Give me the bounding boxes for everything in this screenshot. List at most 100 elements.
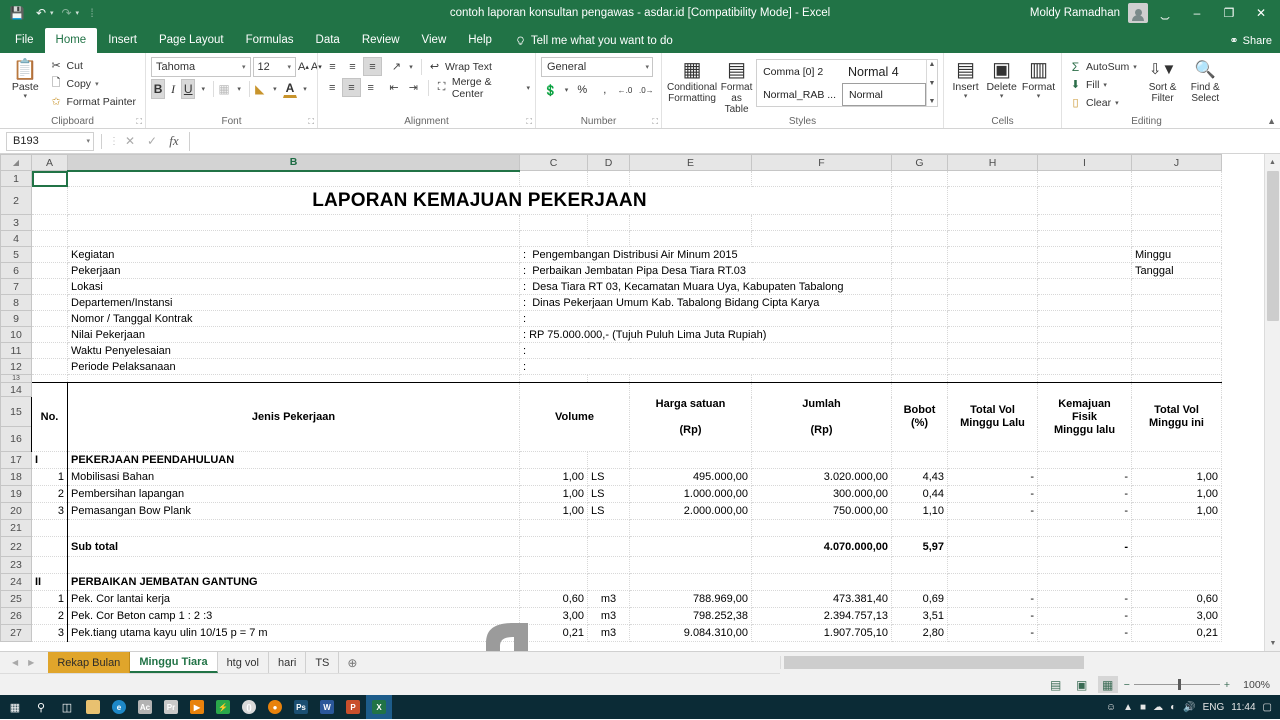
header-total-vol-minggu-ini[interactable]: Total Vol Minggu ini [1132, 383, 1222, 452]
cell-total-vol-ini[interactable] [1132, 537, 1222, 557]
align-middle-button[interactable]: ≡ [343, 57, 362, 76]
cell-j8[interactable] [1132, 295, 1222, 311]
close-icon[interactable]: ✕ [1246, 1, 1276, 25]
cell-volume[interactable]: 0,60 [520, 591, 588, 608]
fill-color-dropdown-icon[interactable]: ▾ [268, 79, 282, 99]
cell-volume[interactable] [520, 537, 588, 557]
acrobat-icon[interactable]: Ac [132, 695, 158, 719]
italic-button[interactable]: I [166, 79, 180, 99]
cell-kemajuan[interactable]: - [1038, 591, 1132, 608]
cell-j3[interactable] [1132, 215, 1222, 231]
column-header-d[interactable]: D [588, 155, 630, 171]
column-header-c[interactable]: C [520, 155, 588, 171]
style-normal-rab[interactable]: Normal_RAB ... [757, 83, 842, 106]
cell-a9[interactable] [32, 311, 68, 327]
cell-harga[interactable]: 1.000.000,00 [630, 486, 752, 503]
style-comma-0-2[interactable]: Comma [0] 2 [757, 60, 842, 83]
cell-c13[interactable] [520, 375, 588, 383]
search-icon[interactable]: ⚲ [28, 695, 54, 719]
insert-cells-button[interactable]: ▤ Insert ▾ [949, 57, 982, 100]
cell-h3[interactable] [948, 215, 1038, 231]
cell-e13[interactable] [630, 375, 752, 383]
next-sheet-icon[interactable]: ▶ [28, 658, 34, 667]
cell-g12[interactable] [892, 359, 948, 375]
row-header-5[interactable]: 5 [1, 247, 32, 263]
cell-j10[interactable] [1132, 327, 1222, 343]
cut-button[interactable]: ✂ Cut [48, 57, 140, 74]
cell-no[interactable]: II [32, 574, 68, 591]
tab-page-layout[interactable]: Page Layout [148, 28, 235, 53]
cell-a10[interactable] [32, 327, 68, 343]
cell-c4[interactable] [520, 231, 588, 247]
cell-i6[interactable] [1038, 263, 1132, 279]
cell-jenis[interactable]: Pemasangan Bow Plank [68, 503, 520, 520]
cell-harga[interactable]: 495.000,00 [630, 469, 752, 486]
cell-no[interactable] [32, 537, 68, 557]
avatar[interactable] [1128, 3, 1148, 23]
increase-font-size-button[interactable]: A▴ [298, 57, 309, 77]
tab-view[interactable]: View [411, 28, 458, 53]
tab-review[interactable]: Review [351, 28, 411, 53]
cell-f13[interactable] [752, 375, 892, 383]
row-header-4[interactable]: 4 [1, 231, 32, 247]
enter-entry-icon[interactable]: ✓ [141, 132, 163, 151]
cell-jumlah[interactable]: 300.000,00 [752, 486, 892, 503]
row-header-27[interactable]: 27 [1, 625, 32, 642]
sheet-nav-arrows[interactable]: ◀ ▶ [0, 658, 48, 667]
cell-e3[interactable] [630, 215, 752, 231]
row-header-13[interactable]: 13 [1, 375, 32, 383]
cell-d4[interactable] [588, 231, 630, 247]
sheet-tab-htg-vol[interactable]: htg vol [218, 652, 269, 673]
format-cells-button[interactable]: ▥ Format ▾ [1021, 57, 1056, 100]
cell-total-vol-ini[interactable]: 0,60 [1132, 591, 1222, 608]
sort-filter-button[interactable]: ⇩▼ Sort & Filter [1143, 57, 1183, 111]
cell-j1[interactable] [1132, 171, 1222, 187]
zoom-thumb[interactable] [1178, 679, 1181, 690]
minimize-icon[interactable]: – [1182, 1, 1212, 25]
cell-harga[interactable] [630, 537, 752, 557]
cell-total-vol-lalu[interactable]: - [948, 469, 1038, 486]
cell-jumlah[interactable]: 4.070.000,00 [752, 537, 892, 557]
cell-b13[interactable] [68, 375, 520, 383]
underline-button[interactable]: U [181, 79, 195, 99]
cell-g10[interactable] [892, 327, 948, 343]
cell-g6[interactable] [892, 263, 948, 279]
cell-total-vol-lalu[interactable]: - [948, 625, 1038, 642]
show-hidden-icons-icon[interactable]: ▲ [1123, 702, 1133, 713]
tab-data[interactable]: Data [305, 28, 351, 53]
add-sheet-button[interactable]: ⊕ [339, 656, 365, 670]
cell-kemajuan[interactable] [1038, 574, 1132, 591]
cell-kemajuan[interactable]: - [1038, 469, 1132, 486]
row-header-1[interactable]: 1 [1, 171, 32, 187]
cell-unit[interactable] [588, 557, 630, 574]
increase-decimal-button[interactable]: ←.0 [615, 80, 634, 100]
cell-g4[interactable] [892, 231, 948, 247]
scroll-down-icon[interactable]: ▼ [1265, 635, 1280, 651]
cell-g1[interactable] [892, 171, 948, 187]
cell-h4[interactable] [948, 231, 1038, 247]
cell-i11[interactable] [1038, 343, 1132, 359]
cell-h2[interactable] [948, 187, 1038, 215]
cell-d1[interactable] [588, 171, 630, 187]
clipboard-dialog-launcher[interactable]: ⛶ [136, 117, 142, 127]
tab-insert[interactable]: Insert [97, 28, 148, 53]
cell-volume[interactable]: 0,21 [520, 625, 588, 642]
cell-unit[interactable]: m3 [588, 591, 630, 608]
cell-i8[interactable] [1038, 295, 1132, 311]
cancel-entry-icon[interactable]: ✕ [119, 132, 141, 151]
cell-total-vol-lalu[interactable] [948, 574, 1038, 591]
font-name-box[interactable]: Tahoma ▾ [151, 57, 251, 77]
cell-h8[interactable] [948, 295, 1038, 311]
row-header-19[interactable]: 19 [1, 486, 32, 503]
info-label-lokasi[interactable]: Lokasi [68, 279, 520, 295]
spreadsheet-grid[interactable]: ◢ A B C D E F G H I J 1 2 [0, 154, 1280, 651]
row-header-26[interactable]: 26 [1, 608, 32, 625]
number-dialog-launcher[interactable]: ⛶ [652, 117, 658, 127]
cell-total-vol-lalu[interactable] [948, 452, 1038, 469]
column-header-b[interactable]: B [68, 155, 520, 171]
sheet-tab-minggu-tiara[interactable]: Minggu Tiara [130, 652, 217, 673]
cell-bobot[interactable]: 3,51 [892, 608, 948, 625]
cell-jenis[interactable]: Pek. Cor Beton camp 1 : 2 :3 [68, 608, 520, 625]
cell-bobot[interactable]: 2,80 [892, 625, 948, 642]
percent-style-button[interactable]: % [573, 80, 592, 100]
